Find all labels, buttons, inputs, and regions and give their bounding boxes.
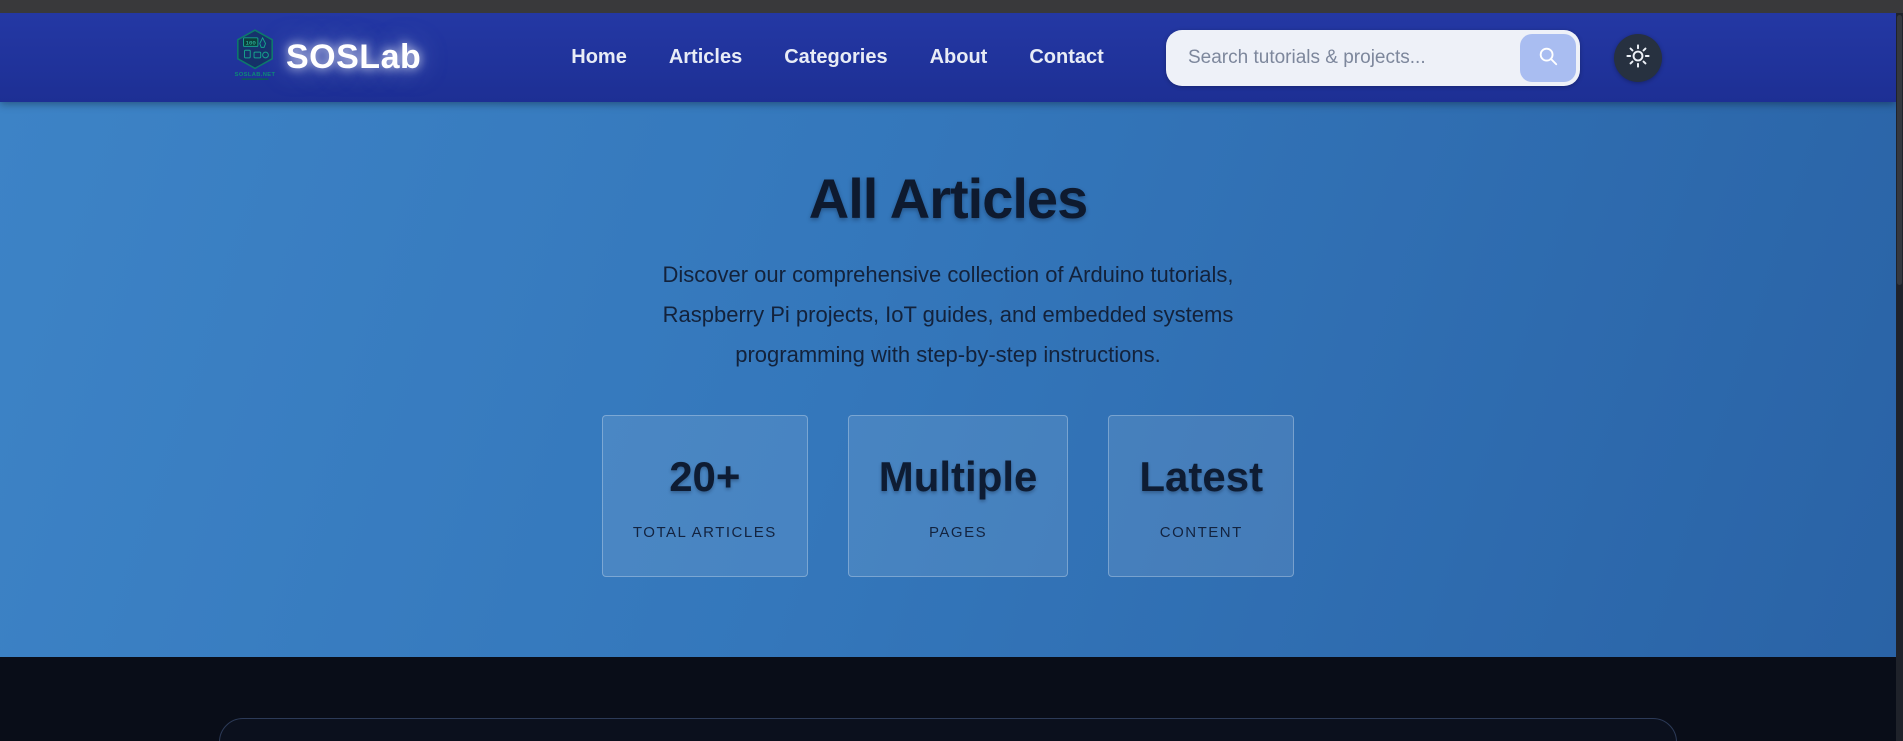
stat-card-latest: Latest CONTENT	[1108, 415, 1295, 577]
nav-link-home[interactable]: Home	[571, 46, 627, 69]
search-form	[1166, 29, 1580, 86]
stat-label: TOTAL ARTICLES	[632, 524, 777, 542]
articles-panel	[219, 718, 1677, 741]
search-icon	[1537, 45, 1559, 70]
stat-value: Latest	[1139, 453, 1264, 500]
stat-value: 20+	[669, 453, 741, 500]
nav-link-contact[interactable]: Contact	[1029, 46, 1103, 69]
browser-top-strip	[0, 0, 1903, 13]
articles-list-section	[0, 657, 1896, 741]
nav-link-categories[interactable]: Categories	[784, 46, 887, 69]
logo[interactable]: 100 SOSLAB.NET SOSLab	[234, 28, 421, 87]
hero-section: All Articles Discover our comprehensive …	[0, 102, 1896, 657]
search-input[interactable]	[1170, 33, 1520, 82]
stat-label: CONTENT	[1159, 524, 1243, 542]
navbar: 100 SOSLAB.NET SOSLab Home Articles Cate…	[0, 13, 1896, 102]
search-button[interactable]	[1520, 33, 1576, 82]
scrollbar-thumb[interactable]	[1897, 15, 1902, 285]
navbar-inner: 100 SOSLAB.NET SOSLab Home Articles Cate…	[220, 13, 1676, 102]
nav-link-about[interactable]: About	[930, 46, 988, 69]
main-nav: Home Articles Categories About Contact	[571, 46, 1104, 69]
nav-link-articles[interactable]: Articles	[669, 46, 742, 69]
logo-caption: SOSLAB.NET	[235, 72, 276, 78]
stat-value: Multiple	[878, 453, 1038, 500]
soslab-hexagon-logo-icon: 100 SOSLAB.NET	[234, 28, 276, 87]
stat-card-total-articles: 20+ TOTAL ARTICLES	[601, 415, 808, 577]
page-title: All Articles	[808, 167, 1088, 230]
scrollbar[interactable]	[1896, 13, 1903, 741]
hero-description: Discover our comprehensive collection of…	[662, 262, 1234, 367]
stat-card-pages: Multiple PAGES	[847, 415, 1069, 577]
page: 100 SOSLAB.NET SOSLab Home Articles Cate…	[0, 13, 1896, 741]
stat-label: PAGES	[929, 524, 988, 542]
sun-icon	[1625, 43, 1651, 72]
stats-row: 20+ TOTAL ARTICLES Multiple PAGES Latest…	[601, 415, 1295, 577]
theme-toggle-button[interactable]	[1614, 33, 1662, 82]
logo-title: SOSLab	[286, 38, 422, 76]
logo-badge-text: 100	[246, 40, 257, 47]
